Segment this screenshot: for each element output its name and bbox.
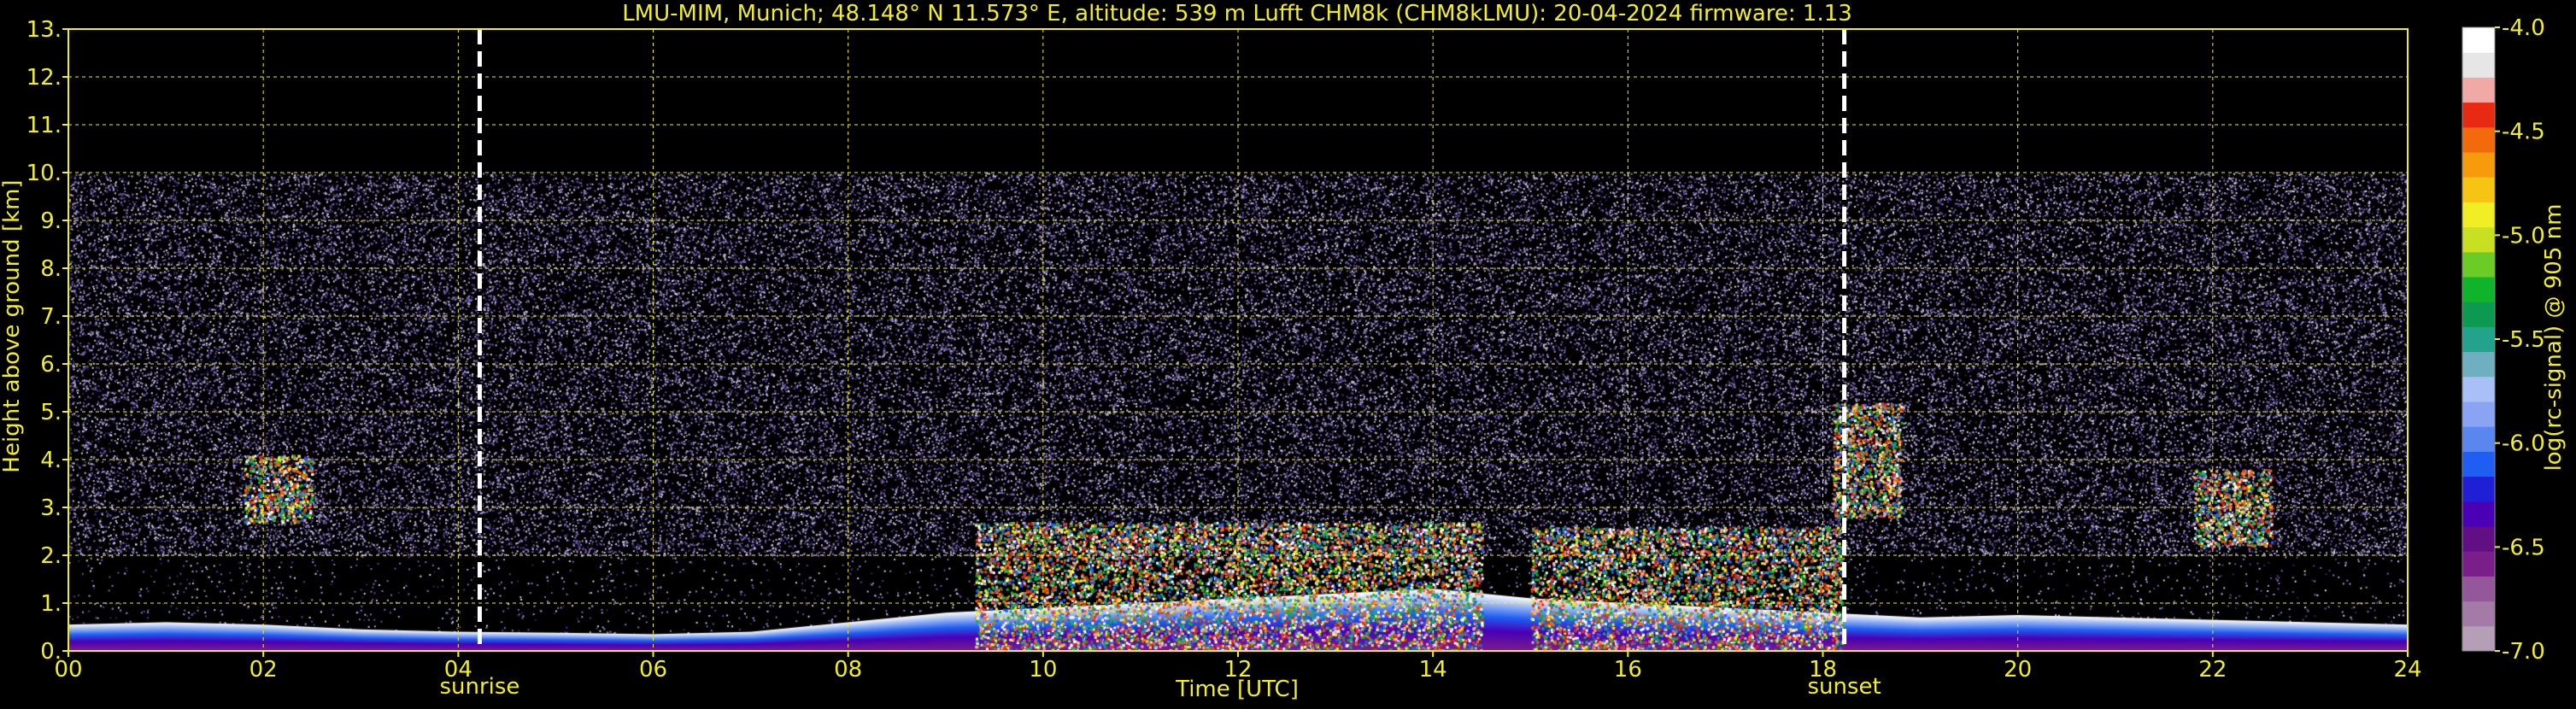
ceilometer-figure: LMU-MIM, Munich; 48.148° N 11.573° E, al…	[0, 0, 2576, 706]
colorbar-swatch	[2462, 202, 2495, 228]
ceilometer-chart: LMU-MIM, Munich; 48.148° N 11.573° E, al…	[0, 0, 2576, 706]
colorbar-swatch	[2462, 77, 2495, 103]
colorbar-swatch	[2462, 501, 2495, 527]
y-tick-label: 12.	[26, 65, 62, 91]
colorbar-swatch	[2462, 126, 2495, 153]
colorbar-tick-label: -7.0	[2502, 639, 2545, 665]
colorbar-swatch	[2462, 152, 2495, 178]
y-tick-label: 11.	[26, 113, 62, 138]
x-tick-label: 02	[249, 657, 278, 683]
colorbar-swatch	[2462, 526, 2495, 552]
y-tick-label: 8.	[40, 256, 62, 282]
colorbar-tick-label: -5.0	[2502, 223, 2545, 249]
colorbar-swatch	[2462, 102, 2495, 128]
colorbar-label: log(rc-signal) @ 905 nm	[2541, 204, 2567, 472]
colorbar-swatch	[2462, 326, 2495, 353]
x-tick-label: 10	[1029, 657, 1057, 683]
y-tick-label: 3.	[40, 495, 62, 521]
colorbar-swatch	[2462, 625, 2495, 652]
colorbar-swatch	[2462, 351, 2495, 378]
colorbar-swatch	[2462, 426, 2495, 452]
colorbar-swatch	[2462, 177, 2495, 202]
x-tick-label: 16	[1614, 657, 1642, 683]
colorbar-swatch	[2462, 401, 2495, 427]
chart-title: LMU-MIM, Munich; 48.148° N 11.573° E, al…	[622, 1, 1852, 26]
y-tick-label: 9.	[40, 208, 62, 234]
colorbar-swatch	[2462, 376, 2495, 402]
colorbar-swatch	[2462, 576, 2495, 602]
x-tick-label: 20	[2004, 657, 2032, 683]
y-axis-label: Height above ground [km]	[0, 179, 25, 472]
x-tick-label: 22	[2198, 657, 2227, 683]
y-tick-label: 10.	[26, 161, 62, 186]
colorbar-swatch	[2462, 302, 2495, 327]
x-tick-label: 04	[444, 657, 472, 683]
colorbar-swatch	[2462, 226, 2495, 253]
colorbar-swatch	[2462, 52, 2495, 78]
colorbar-tick-label: -4.0	[2502, 15, 2545, 41]
y-tick-label: 13.	[26, 17, 62, 43]
y-tick-label: 0.	[40, 639, 62, 665]
y-tick-label: 2.	[40, 543, 62, 569]
x-tick-label: 08	[834, 657, 862, 683]
y-tick-label: 1.	[40, 591, 62, 617]
colorbar-tick-label: -4.5	[2502, 120, 2545, 145]
colorbar-swatch	[2462, 601, 2495, 627]
y-tick-label: 5.	[40, 400, 62, 425]
colorbar-swatch	[2462, 551, 2495, 577]
colorbar-swatch	[2462, 476, 2495, 502]
y-tick-label: 4.	[40, 448, 62, 473]
x-tick-label: 14	[1419, 657, 1447, 683]
y-tick-label: 7.	[40, 304, 62, 330]
colorbar-swatch	[2462, 27, 2495, 53]
colorbar-swatch	[2462, 277, 2495, 302]
x-tick-label: 24	[2393, 657, 2421, 683]
colorbar-swatch	[2462, 251, 2495, 278]
x-tick-label: 06	[639, 657, 667, 683]
colorbar-tick-label: -6.0	[2502, 431, 2545, 457]
y-tick-label: 6.	[40, 352, 62, 378]
colorbar-tick-label: -5.5	[2502, 327, 2545, 353]
x-axis-label: Time [UTC]	[1175, 677, 1299, 702]
colorbar-swatch	[2462, 451, 2495, 478]
colorbar-tick-label: -6.5	[2502, 535, 2545, 560]
x-tick-label: 18	[1809, 657, 1837, 683]
